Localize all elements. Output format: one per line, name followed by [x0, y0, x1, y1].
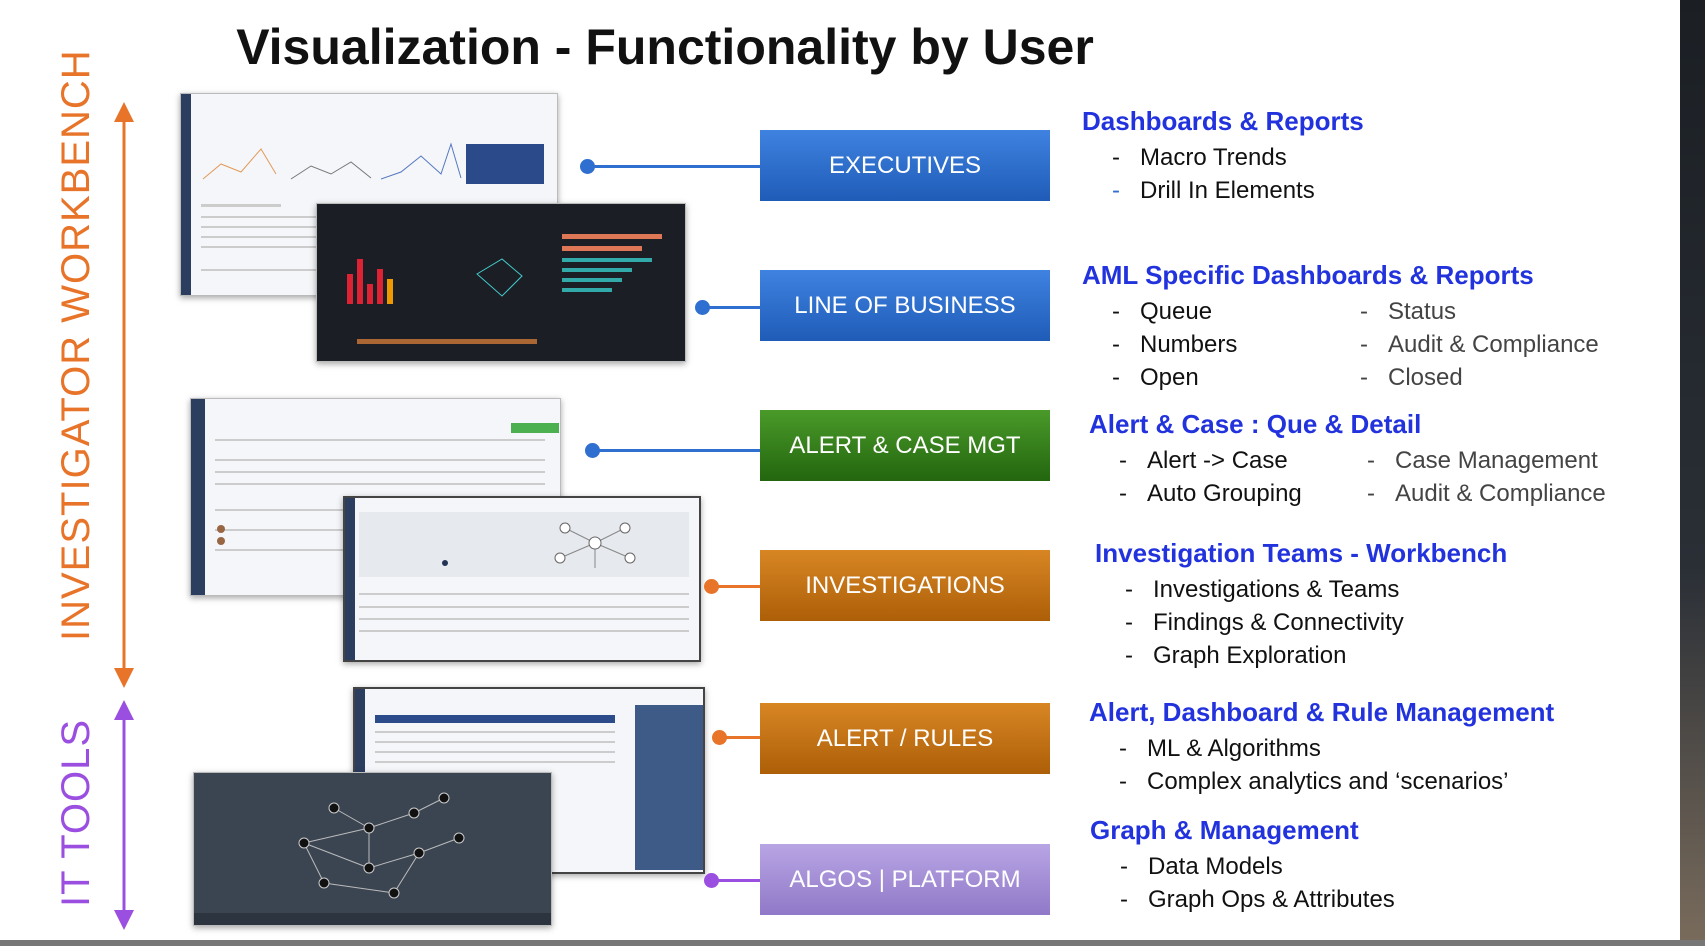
workbench-double-arrow-icon [114, 102, 134, 688]
section-heading: Dashboards & Reports [1082, 106, 1364, 136]
list-item: Macro Trends [1140, 143, 1287, 171]
list-item: Investigations & Teams [1153, 575, 1400, 603]
role-investigations: INVESTIGATIONS [760, 550, 1050, 621]
section-investigation-teams: Investigation Teams - Workbench - Investi… [1095, 538, 1508, 669]
graph-platform-screenshot [193, 772, 552, 926]
list-item: Open [1140, 363, 1199, 391]
section-heading: Alert & Case : Que & Detail [1089, 409, 1422, 439]
alert-case-connector [595, 449, 760, 452]
lob-connector-dot [695, 300, 710, 315]
role-executives: EXECUTIVES [760, 130, 1050, 201]
executives-connector-dot [580, 159, 595, 174]
it-tools-label: IT TOOLS [54, 718, 98, 907]
investigations-connector [714, 585, 760, 588]
section-aml-dashboards: AML Specific Dashboards & Reports - Queue… [1082, 260, 1599, 391]
lob-connector [705, 306, 760, 309]
section-heading: Alert, Dashboard & Rule Management [1089, 697, 1555, 727]
list-item: Graph Ops & Attributes [1148, 885, 1395, 913]
list-item: Findings & Connectivity [1153, 608, 1404, 636]
section-heading: Graph & Management [1090, 815, 1359, 845]
role-algos-platform: ALGOS | PLATFORM [760, 844, 1050, 915]
alert-rules-connector [722, 736, 760, 739]
line-of-business-dashboard-screenshot [316, 203, 686, 362]
section-heading: Investigation Teams - Workbench [1095, 538, 1508, 568]
slide-title: Visualization - Functionality by User [236, 19, 1094, 75]
algos-connector-dot [704, 873, 719, 888]
bottom-border [0, 940, 1705, 946]
section-heading: AML Specific Dashboards & Reports [1082, 260, 1534, 290]
role-line-of-business: LINE OF BUSINESS [760, 270, 1050, 341]
list-item: Audit & Compliance [1395, 479, 1606, 507]
list-item: Status [1388, 297, 1457, 325]
list-item: Drill In Elements [1140, 176, 1315, 204]
list-item: Queue [1140, 297, 1213, 325]
section-rule-management: Alert, Dashboard & Rule Management - ML &… [1089, 697, 1555, 795]
background-edge [1680, 0, 1705, 946]
list-item: Audit & Compliance [1388, 330, 1599, 358]
section-dashboards-reports: Dashboards & Reports - Macro Trends - Dril… [1082, 106, 1364, 204]
list-item: Closed [1388, 363, 1463, 391]
section-graph-management: Graph & Management - Data Models - Graph O… [1090, 815, 1395, 913]
algos-connector [714, 879, 760, 882]
list-item: Graph Exploration [1153, 641, 1347, 669]
executives-connector [590, 165, 760, 168]
list-item: Complex analytics and ‘scenarios’ [1147, 767, 1509, 795]
investigations-workbench-screenshot [343, 496, 701, 662]
double-arrow-icons [114, 102, 134, 930]
list-item: Alert -> Case [1147, 446, 1288, 474]
list-item: ML & Algorithms [1147, 734, 1321, 762]
investigations-connector-dot [704, 579, 719, 594]
role-alert-rules: ALERT / RULES [760, 703, 1050, 774]
list-item: Numbers [1140, 330, 1238, 358]
section-alert-case: Alert & Case : Que & Detail - Alert -> Ca… [1089, 409, 1606, 507]
investigator-workbench-label: INVESTIGATOR WORKBENCH [54, 49, 98, 641]
alert-rules-connector-dot [712, 730, 727, 745]
it-tools-double-arrow-icon [114, 700, 134, 930]
list-item: Case Management [1395, 446, 1598, 474]
role-alert-case-mgt: ALERT & CASE MGT [760, 410, 1050, 481]
alert-case-connector-dot [585, 443, 600, 458]
list-item: Data Models [1148, 852, 1283, 880]
list-item: Auto Grouping [1147, 479, 1302, 507]
